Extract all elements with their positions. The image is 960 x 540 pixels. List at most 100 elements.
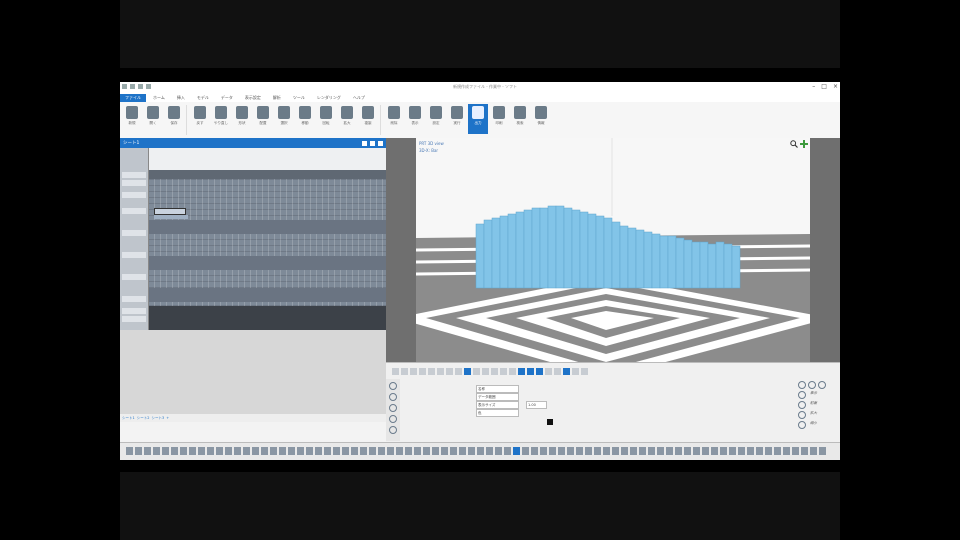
toolbar-icon[interactable] (702, 447, 709, 455)
ribbon-button-info[interactable]: 情報 (531, 104, 551, 134)
toolbar-icon[interactable] (819, 447, 826, 455)
toolbar-icon[interactable] (612, 447, 619, 455)
view-iso-icon[interactable] (798, 391, 806, 399)
close-icon[interactable] (378, 140, 383, 146)
toolbar-icon[interactable] (693, 447, 700, 455)
float-icon[interactable] (370, 140, 375, 146)
3d-scene[interactable]: PRT 3D view 3D-X: Bar (416, 138, 810, 362)
ribbon-button-display[interactable]: 表示 (405, 104, 425, 134)
active-tool-icon[interactable] (464, 367, 471, 375)
selected-range[interactable] (154, 215, 188, 219)
toolbar-icon[interactable] (414, 447, 421, 455)
toolbar-icon[interactable] (423, 447, 430, 455)
front-icon[interactable] (798, 401, 806, 409)
toolbar-icon[interactable] (162, 447, 169, 455)
redo-icon[interactable] (138, 84, 143, 89)
toolbar-icon[interactable] (216, 447, 223, 455)
tool-icon[interactable] (419, 367, 426, 375)
toolbar-icon[interactable] (594, 447, 601, 455)
toolbar-icon[interactable] (342, 447, 349, 455)
toolbar-icon[interactable] (747, 447, 754, 455)
active-tool-icon[interactable] (518, 367, 525, 375)
close-icon[interactable]: × (833, 83, 838, 91)
toolbar-icon[interactable] (756, 447, 763, 455)
selected-cell[interactable] (154, 208, 186, 215)
pin-icon[interactable] (362, 140, 367, 146)
ribbon-button-undo[interactable]: 戻す (190, 104, 210, 134)
toolbar-icon[interactable] (207, 447, 214, 455)
text-icon[interactable] (389, 415, 397, 423)
toolbar-icon[interactable] (522, 447, 529, 455)
tool-icon[interactable] (410, 367, 417, 375)
toolbar-icon[interactable] (396, 447, 403, 455)
ribbon-button-place[interactable]: 配置 (253, 104, 273, 134)
tab-home[interactable]: ホーム (148, 94, 170, 102)
toolbar-icon[interactable] (621, 447, 628, 455)
toolbar-icon[interactable] (315, 447, 322, 455)
zoom-in-icon[interactable] (798, 411, 806, 419)
sheet-grid[interactable] (120, 148, 386, 422)
tool-icon[interactable] (455, 367, 462, 375)
tab-view-settings[interactable]: 表示設定 (240, 94, 266, 102)
tool-icon[interactable] (500, 367, 507, 375)
range-field[interactable]: データ範囲 (476, 393, 519, 401)
toolbar-icon[interactable] (450, 447, 457, 455)
toolbar-icon[interactable] (180, 447, 187, 455)
tool-icon[interactable] (437, 367, 444, 375)
view-side-icon[interactable] (818, 381, 826, 389)
brush-icon[interactable] (389, 404, 397, 412)
toolbar-icon[interactable] (675, 447, 682, 455)
ribbon-button-settings[interactable]: 設定 (426, 104, 446, 134)
toolbar-icon[interactable] (225, 447, 232, 455)
sheet-tab-2[interactable]: シート2 (137, 416, 150, 421)
add-sheet-button[interactable]: + (166, 416, 169, 420)
sheet-tab-1[interactable]: シート1 (122, 416, 135, 421)
toolbar-icon[interactable] (792, 447, 799, 455)
ribbon-button-move[interactable]: 移動 (295, 104, 315, 134)
maximize-icon[interactable]: □ (821, 83, 827, 91)
toolbar-icon[interactable] (774, 447, 781, 455)
view-top-icon[interactable] (808, 381, 816, 389)
tab-file[interactable]: ファイル (120, 93, 146, 102)
toolbar-icon[interactable] (801, 447, 808, 455)
active-tool-icon[interactable] (563, 367, 570, 375)
toolbar-icon[interactable] (684, 447, 691, 455)
tool-icon[interactable] (446, 367, 453, 375)
ribbon-button-redo[interactable]: やり直し (211, 104, 231, 134)
toolbar-icon[interactable] (783, 447, 790, 455)
toolbar-icon[interactable] (567, 447, 574, 455)
toolbar-icon[interactable] (459, 447, 466, 455)
tab-insert[interactable]: 挿入 (172, 94, 190, 102)
toolbar-icon[interactable] (558, 447, 565, 455)
toolbar-icon[interactable] (711, 447, 718, 455)
toolbar-icon[interactable] (441, 447, 448, 455)
ribbon-button-search[interactable]: 検索 (510, 104, 530, 134)
tab-help[interactable]: ヘルプ (348, 94, 370, 102)
toolbar-icon[interactable] (657, 447, 664, 455)
toolbar-icon[interactable] (738, 447, 745, 455)
toolbar-icon[interactable] (198, 447, 205, 455)
toolbar-icon[interactable] (549, 447, 556, 455)
zoom-out-icon[interactable] (798, 421, 806, 429)
toolbar-icon[interactable] (135, 447, 142, 455)
toolbar-icon[interactable] (630, 447, 637, 455)
toolbar-icon[interactable] (153, 447, 160, 455)
color-field[interactable]: 色 (476, 409, 519, 417)
scale-value-field[interactable]: 1.00 (526, 401, 547, 409)
toolbar-icon[interactable] (531, 447, 538, 455)
orbit-icon[interactable] (389, 393, 397, 401)
toolbar-icon[interactable] (477, 447, 484, 455)
toolbar-icon[interactable] (333, 447, 340, 455)
ribbon-button-duplicate[interactable]: 複製 (358, 104, 378, 134)
active-toolbar-icon[interactable] (513, 447, 520, 455)
toolbar-icon[interactable] (720, 447, 727, 455)
toolbar-icon[interactable] (495, 447, 502, 455)
toolbar-icon[interactable] (810, 447, 817, 455)
toolbar-icon[interactable] (360, 447, 367, 455)
ribbon-button-scale[interactable]: 拡大 (337, 104, 357, 134)
toolbar-icon[interactable] (261, 447, 268, 455)
tab-analysis[interactable]: 解析 (268, 94, 286, 102)
tab-tools[interactable]: ツール (288, 94, 310, 102)
ribbon-button-delete[interactable]: 削除 (384, 104, 404, 134)
3d-viewport[interactable]: PRT 3D view 3D-X: Bar (386, 138, 840, 362)
